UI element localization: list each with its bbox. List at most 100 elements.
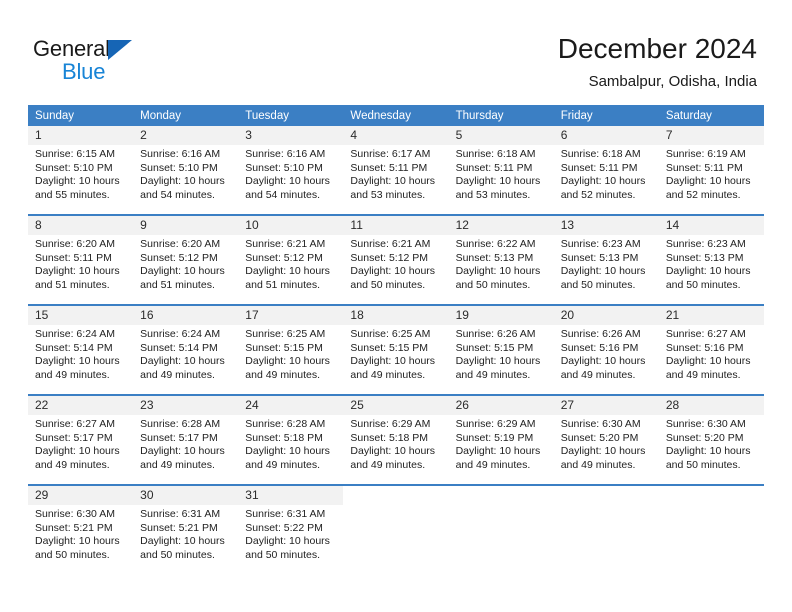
day-cell-content: 4 Sunrise: 6:17 AM Sunset: 5:11 PM Daylight…	[343, 126, 449, 214]
daylight-duration-line2: and 50 minutes.	[245, 548, 320, 561]
day-number: 31	[238, 486, 344, 505]
day-number: 6	[553, 126, 659, 145]
sunrise-time: Sunrise: 6:20 AM	[35, 238, 115, 250]
calendar-day-cell[interactable]: 12 Sunrise: 6:22 AM Sunset: 5:13 PM Dayligh…	[448, 214, 554, 305]
day-cell-content: 13 Sunrise: 6:23 AM Sunset: 5:13 PM Dayligh…	[553, 216, 659, 304]
calendar-day-cell[interactable]: 23 Sunrise: 6:28 AM Sunset: 5:17 PM Dayligh…	[133, 394, 239, 485]
daylight-duration-line1: Daylight: 10 hours	[245, 445, 330, 458]
calendar-day-cell[interactable]: 28 Sunrise: 6:30 AM Sunset: 5:20 PM Dayligh…	[658, 394, 764, 485]
sunset-time: Sunset: 5:19 PM	[455, 431, 534, 444]
daylight-duration-line1: Daylight: 10 hours	[350, 355, 436, 368]
day-sun-info: Sunrise: 6:30 AM Sunset: 5:20 PM Daylight:…	[554, 415, 659, 472]
calendar-week-row: 22 Sunrise: 6:27 AM Sunset: 5:17 PM Dayligh…	[28, 394, 764, 485]
sunset-time: Sunset: 5:10 PM	[35, 161, 113, 174]
daylight-duration-line1: Daylight: 10 hours	[560, 355, 646, 368]
calendar-day-cell[interactable]: 7 Sunrise: 6:19 AM Sunset: 5:11 PM Daylight…	[658, 126, 764, 215]
day-cell-content: 24 Sunrise: 6:28 AM Sunset: 5:18 PM Dayligh…	[238, 396, 344, 484]
daylight-duration-line2: and 49 minutes.	[560, 458, 636, 471]
calendar-day-cell[interactable]: 22 Sunrise: 6:27 AM Sunset: 5:17 PM Dayligh…	[28, 394, 134, 485]
title-block: December 2024 Sambalpur, Odisha, India	[558, 32, 757, 92]
daylight-duration-line2: and 52 minutes.	[665, 188, 741, 201]
calendar-body: 1 Sunrise: 6:15 AM Sunset: 5:10 PM Daylight…	[28, 126, 764, 574]
daylight-duration-line2: and 55 minutes.	[35, 188, 110, 201]
daylight-duration-line1: Daylight: 10 hours	[35, 265, 120, 278]
calendar-day-cell[interactable]: 30 Sunrise: 6:31 AM Sunset: 5:21 PM Dayligh…	[133, 484, 239, 574]
sunset-time: Sunset: 5:21 PM	[35, 521, 113, 534]
sunrise-time: Sunrise: 6:21 AM	[245, 238, 326, 250]
day-sun-info: Sunrise: 6:29 AM Sunset: 5:19 PM Daylight:…	[449, 415, 554, 472]
calendar-day-cell[interactable]: 15 Sunrise: 6:24 AM Sunset: 5:14 PM Dayligh…	[28, 304, 134, 395]
calendar-day-cell[interactable]: 6 Sunrise: 6:18 AM Sunset: 5:11 PM Daylight…	[553, 126, 659, 215]
calendar-day-cell[interactable]: 24 Sunrise: 6:28 AM Sunset: 5:18 PM Dayligh…	[238, 394, 344, 485]
sunset-time: Sunset: 5:13 PM	[455, 251, 534, 264]
daylight-duration-line1: Daylight: 10 hours	[665, 175, 751, 188]
day-number: 24	[238, 396, 344, 415]
calendar-day-cell[interactable]: 1 Sunrise: 6:15 AM Sunset: 5:10 PM Daylight…	[28, 126, 134, 215]
calendar-day-cell[interactable]: 25 Sunrise: 6:29 AM Sunset: 5:18 PM Dayligh…	[343, 394, 449, 485]
day-sun-info: Sunrise: 6:25 AM Sunset: 5:15 PM Daylight:…	[343, 325, 448, 382]
day-sun-info: Sunrise: 6:21 AM Sunset: 5:12 PM Daylight:…	[343, 235, 448, 292]
sunset-time: Sunset: 5:12 PM	[350, 251, 429, 264]
calendar-day-cell[interactable]: 9 Sunrise: 6:20 AM Sunset: 5:12 PM Daylight…	[133, 214, 239, 305]
daylight-duration-line2: and 49 minutes.	[455, 368, 531, 381]
calendar-day-cell[interactable]: 29 Sunrise: 6:30 AM Sunset: 5:21 PM Dayligh…	[28, 484, 134, 574]
sunset-time: Sunset: 5:20 PM	[665, 431, 744, 444]
day-number: 13	[553, 216, 659, 235]
sunrise-time: Sunrise: 6:20 AM	[140, 238, 221, 250]
weekday-header-thursday: Thursday	[448, 105, 554, 126]
calendar-table: Sunday Monday Tuesday Wednesday Thursday…	[28, 105, 764, 574]
calendar-day-cell[interactable]: 31 Sunrise: 6:31 AM Sunset: 5:22 PM Dayligh…	[238, 484, 344, 574]
sunset-time: Sunset: 5:15 PM	[245, 341, 323, 354]
calendar-day-cell[interactable]: 21 Sunrise: 6:27 AM Sunset: 5:16 PM Dayligh…	[658, 304, 764, 395]
calendar-day-cell[interactable]: 8 Sunrise: 6:20 AM Sunset: 5:11 PM Daylight…	[28, 214, 134, 305]
calendar-day-cell[interactable]: 5 Sunrise: 6:18 AM Sunset: 5:11 PM Daylight…	[448, 126, 554, 215]
sunset-time: Sunset: 5:11 PM	[665, 161, 743, 174]
day-sun-info: Sunrise: 6:24 AM Sunset: 5:14 PM Daylight:…	[133, 325, 238, 382]
sunrise-time: Sunrise: 6:31 AM	[140, 508, 221, 520]
calendar-header-row: Sunday Monday Tuesday Wednesday Thursday…	[28, 105, 764, 126]
calendar-day-cell[interactable]: 19 Sunrise: 6:26 AM Sunset: 5:15 PM Dayligh…	[448, 304, 554, 395]
calendar-day-cell[interactable]: 27 Sunrise: 6:30 AM Sunset: 5:20 PM Dayligh…	[553, 394, 659, 485]
calendar-day-cell[interactable]: 26 Sunrise: 6:29 AM Sunset: 5:19 PM Dayligh…	[448, 394, 554, 485]
daylight-duration-line2: and 50 minutes.	[560, 278, 636, 291]
day-sun-info: Sunrise: 6:24 AM Sunset: 5:14 PM Daylight:…	[28, 325, 133, 382]
daylight-duration-line1: Daylight: 10 hours	[350, 265, 436, 278]
daylight-duration-line1: Daylight: 10 hours	[245, 535, 330, 548]
calendar-day-cell[interactable]: 4 Sunrise: 6:17 AM Sunset: 5:11 PM Daylight…	[343, 126, 449, 215]
calendar-day-cell[interactable]: 20 Sunrise: 6:26 AM Sunset: 5:16 PM Dayligh…	[553, 304, 659, 395]
calendar-day-cell[interactable]: 10 Sunrise: 6:21 AM Sunset: 5:12 PM Dayligh…	[238, 214, 344, 305]
calendar-day-cell[interactable]: 18 Sunrise: 6:25 AM Sunset: 5:15 PM Dayligh…	[343, 304, 449, 395]
weekday-header-friday: Friday	[553, 105, 659, 126]
calendar-day-cell[interactable]: 14 Sunrise: 6:23 AM Sunset: 5:13 PM Dayligh…	[658, 214, 764, 305]
empty-day-cell	[659, 486, 764, 574]
daylight-duration-line2: and 50 minutes.	[665, 458, 741, 471]
daylight-duration-line1: Daylight: 10 hours	[665, 355, 751, 368]
day-sun-info: Sunrise: 6:28 AM Sunset: 5:18 PM Daylight:…	[238, 415, 343, 472]
day-cell-content: 10 Sunrise: 6:21 AM Sunset: 5:12 PM Dayligh…	[238, 216, 344, 304]
day-number: 12	[448, 216, 554, 235]
calendar-day-cell[interactable]: 3 Sunrise: 6:16 AM Sunset: 5:10 PM Daylight…	[238, 126, 344, 215]
calendar-day-cell[interactable]: 16 Sunrise: 6:24 AM Sunset: 5:14 PM Dayligh…	[133, 304, 239, 395]
day-number: 27	[553, 396, 659, 415]
calendar-day-cell[interactable]: 11 Sunrise: 6:21 AM Sunset: 5:12 PM Dayligh…	[343, 214, 449, 305]
calendar-day-cell[interactable]: 2 Sunrise: 6:16 AM Sunset: 5:10 PM Daylight…	[133, 126, 239, 215]
daylight-duration-line2: and 49 minutes.	[245, 368, 320, 381]
calendar-day-cell[interactable]: 13 Sunrise: 6:23 AM Sunset: 5:13 PM Dayligh…	[553, 214, 659, 305]
day-number: 7	[658, 126, 764, 145]
day-number: 9	[133, 216, 239, 235]
sunrise-time: Sunrise: 6:18 AM	[455, 148, 536, 160]
sunrise-time: Sunrise: 6:26 AM	[455, 328, 536, 340]
calendar-day-cell	[658, 484, 764, 574]
day-sun-info: Sunrise: 6:28 AM Sunset: 5:17 PM Daylight:…	[133, 415, 238, 472]
calendar-day-cell[interactable]: 17 Sunrise: 6:25 AM Sunset: 5:15 PM Dayligh…	[238, 304, 344, 395]
calendar-day-cell	[553, 484, 659, 574]
sunset-time: Sunset: 5:11 PM	[35, 251, 112, 264]
day-cell-content: 25 Sunrise: 6:29 AM Sunset: 5:18 PM Dayligh…	[343, 396, 449, 484]
daylight-duration-line1: Daylight: 10 hours	[35, 355, 120, 368]
day-number: 16	[133, 306, 239, 325]
day-number: 30	[133, 486, 239, 505]
sunrise-time: Sunrise: 6:17 AM	[350, 148, 431, 160]
day-number: 11	[343, 216, 449, 235]
generalblue-logo[interactable]: General Blue	[33, 36, 233, 88]
sunset-time: Sunset: 5:12 PM	[140, 251, 218, 264]
